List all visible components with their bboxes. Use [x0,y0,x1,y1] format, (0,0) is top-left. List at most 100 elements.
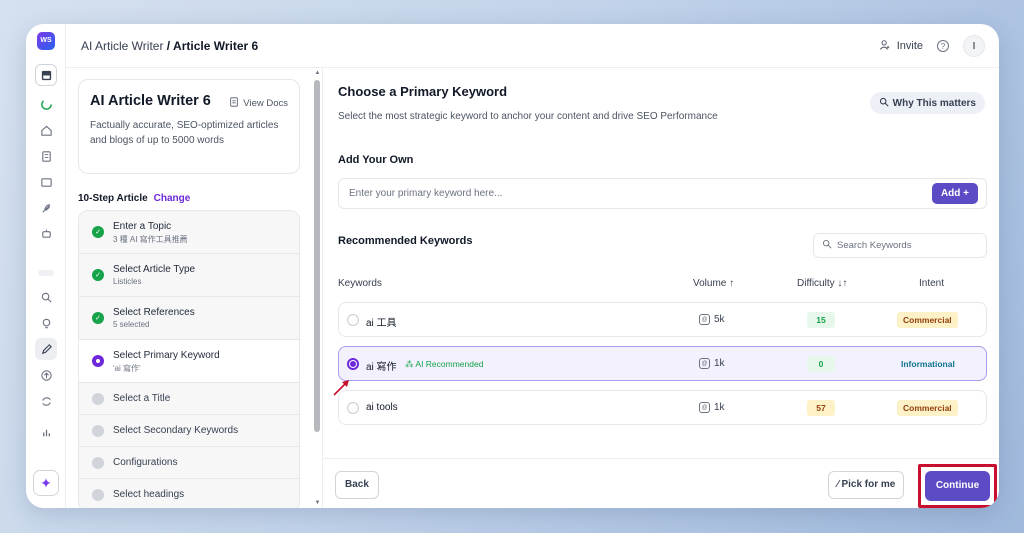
volume-cell: @1k [699,358,725,369]
pending-step-icon [92,425,104,437]
change-link[interactable]: Change [154,193,191,204]
volume-cell: @5k [699,314,725,325]
radio-button[interactable] [347,314,359,326]
zoom-icon[interactable] [35,286,57,308]
check-icon: ✓ [92,269,104,281]
search-icon [822,239,832,252]
column-difficulty[interactable]: Difficulty ↓↑ [797,278,847,289]
recommended-label: Recommended Keywords [338,235,473,247]
breadcrumb-current: Article Writer 6 [173,38,259,53]
info-description: Factually accurate, SEO-optimized articl… [90,120,279,146]
refresh-icon[interactable] [35,390,57,412]
steps-list: ✓ Enter a Topic 3 種 AI 寫作工具推薦 ✓ Select A… [78,210,300,508]
document-icon[interactable] [35,145,57,167]
difficulty-badge: 57 [807,400,835,416]
difficulty-badge: 0 [807,356,835,372]
view-docs-link[interactable]: View Docs [229,97,288,110]
keyword-row[interactable]: ai 工具 @5k 15 Commercial [338,302,987,337]
layout-icon[interactable] [35,171,57,193]
volume-icon: @ [699,314,710,325]
volume-cell: @1k [699,402,725,413]
analytics-icon[interactable] [35,421,57,443]
steps-title: 10-Step Article [78,193,148,204]
keyword-input[interactable]: Enter your primary keyword here... Add + [338,178,987,209]
volume-value: 1k [714,402,725,413]
step-subtitle: 3 種 AI 寫作工具推薦 [113,235,188,244]
step-configurations[interactable]: Configurations [79,447,299,479]
sidebar-toggle-icon[interactable] [35,64,57,86]
icon-rail: WS ✦ [26,24,66,508]
breadcrumb-separator: / [163,38,174,53]
volume-icon: @ [699,358,710,369]
pending-step-icon [92,393,104,405]
steps-header: 10-Step Article Change [78,193,190,204]
back-button[interactable]: Back [335,471,379,499]
feather-icon[interactable] [35,197,57,219]
why-this-matters-button[interactable]: Why This matters [869,92,985,114]
intent-badge: Commercial [897,312,958,328]
page-subtitle: Select the most strategic keyword to anc… [338,111,718,122]
current-step-icon [92,355,104,367]
column-volume[interactable]: Volume ↑ [693,278,734,289]
radio-button[interactable] [347,402,359,414]
pencil-icon[interactable] [35,338,57,360]
step-references[interactable]: ✓ Select References 5 selected [79,297,299,340]
breadcrumb-parent[interactable]: AI Article Writer [81,39,163,53]
volume-icon: @ [699,402,710,413]
add-keyword-button[interactable]: Add + [931,183,978,204]
lightbulb-icon[interactable] [35,312,57,334]
why-label: Why This matters [892,97,976,109]
home-icon[interactable] [35,119,57,141]
step-subtitle: Listicles [113,277,142,286]
step-primary-keyword[interactable]: Select Primary Keyword 'ai 寫作' [79,340,299,383]
step-title-select[interactable]: Select a Title [79,383,299,415]
add-own-label: Add Your Own [338,154,414,166]
info-card: AI Article Writer 6 View Docs Factually … [78,79,300,174]
step-title: Select Article Type [113,264,196,275]
column-intent: Intent [919,278,945,289]
step-title: Select headings [113,489,185,500]
annotation-arrow-icon [333,380,349,396]
invite-label: Invite [896,40,923,52]
step-headings[interactable]: Select headings [79,479,299,508]
scroll-down-icon[interactable]: ▼ [313,500,322,506]
sparkle-icon: ⁂ [405,359,416,369]
continue-button[interactable]: Continue [925,471,990,501]
app-logo[interactable]: WS [37,32,55,50]
panel-scrollbar[interactable]: ▲ ▼ [313,68,322,508]
upload-icon[interactable] [35,364,57,386]
steps-panel: AI Article Writer 6 View Docs Factually … [66,68,322,508]
avatar[interactable]: I [963,35,985,57]
keyword-name: ai 寫作 [366,362,397,373]
step-article-type[interactable]: ✓ Select Article Type Listicles [79,254,299,297]
help-icon[interactable]: ? [937,40,949,52]
bot-icon[interactable] [35,222,57,244]
keyword-input-placeholder: Enter your primary keyword here... [349,188,503,199]
step-subtitle: 5 selected [113,320,150,329]
view-docs-label: View Docs [243,98,288,109]
keyword-row-selected[interactable]: ai 寫作 ⁂ AI Recommended @1k 0 Information… [338,346,987,381]
pending-step-icon [92,489,104,501]
step-title: Enter a Topic [113,221,172,232]
difficulty-badge: 15 [807,312,835,328]
search-keywords-input[interactable]: Search Keywords [813,233,987,258]
scroll-up-icon[interactable]: ▲ [313,70,322,76]
pick-for-me-button[interactable]: ⁄ Pick for me [828,471,905,499]
scroll-thumb[interactable] [314,80,320,432]
app-window: WS ✦ AI Article Writer / Article Writer … [26,24,999,508]
step-subtitle: 'ai 寫作' [113,364,141,373]
keyword-row[interactable]: ai tools @1k 57 Commercial [338,390,987,425]
sparkle-icon[interactable]: ✦ [33,470,59,496]
highlight-box: Continue [918,464,997,508]
step-enter-topic[interactable]: ✓ Enter a Topic 3 種 AI 寫作工具推薦 [79,211,299,254]
breadcrumb: AI Article Writer / Article Writer 6 [81,39,258,53]
radio-button-selected[interactable] [347,358,359,370]
add-user-icon [879,39,891,54]
search-placeholder: Search Keywords [837,240,912,251]
step-secondary-keywords[interactable]: Select Secondary Keywords [79,415,299,447]
pending-step-icon [92,457,104,469]
keyword-name: ai tools [366,402,398,413]
column-keywords: Keywords [338,278,382,289]
invite-button[interactable]: Invite [879,39,923,54]
pick-label: Pick for me [841,479,896,490]
